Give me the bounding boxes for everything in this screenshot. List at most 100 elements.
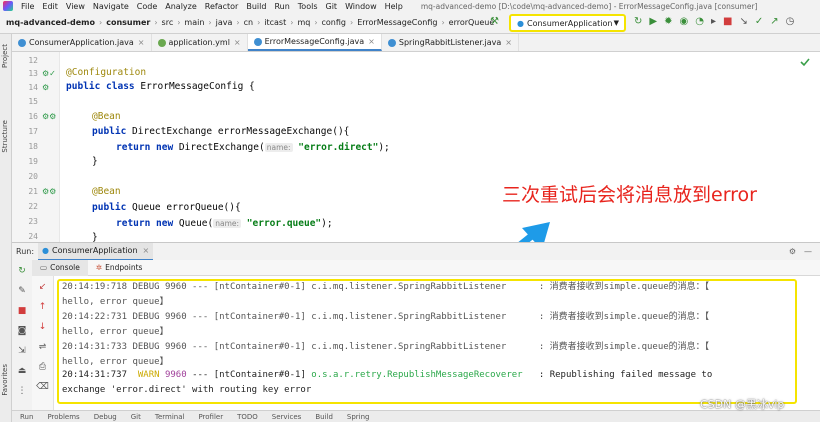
inspection-ok-icon[interactable] bbox=[800, 57, 810, 67]
tab-application-yml[interactable]: application.yml × bbox=[152, 34, 248, 51]
tab-spring-rabbit-listener[interactable]: SpringRabbitListener.java × bbox=[382, 34, 519, 51]
menu-file[interactable]: File bbox=[17, 2, 38, 11]
status-problems[interactable]: Problems bbox=[47, 413, 79, 421]
breadcrumb-main[interactable]: main bbox=[182, 18, 206, 27]
git-push-icon[interactable]: ↗ bbox=[770, 16, 778, 27]
breadcrumb-src[interactable]: src bbox=[160, 18, 176, 27]
string-literal: "error.direct" bbox=[298, 142, 379, 153]
menu-git[interactable]: Git bbox=[322, 2, 342, 11]
status-build[interactable]: Build bbox=[315, 413, 333, 421]
soft-wrap-icon[interactable]: ⇌ bbox=[32, 342, 53, 352]
statement-end: ); bbox=[321, 218, 333, 229]
menu-help[interactable]: Help bbox=[381, 2, 407, 11]
git-commit-icon[interactable]: ✓ bbox=[755, 16, 763, 27]
tab-label: ConsumerApplication.java bbox=[29, 38, 134, 47]
breadcrumb-config[interactable]: config bbox=[320, 18, 348, 27]
close-icon[interactable]: × bbox=[234, 38, 241, 47]
code-line: public DirectExchange errorMessageExchan… bbox=[92, 126, 349, 137]
bottom-tool-bar: Run Problems Debug Git Terminal Profiler… bbox=[12, 410, 820, 422]
tab-consumer-application[interactable]: ConsumerApplication.java × bbox=[12, 34, 152, 51]
menu-build[interactable]: Build bbox=[242, 2, 270, 11]
rerun-icon[interactable]: ↻ bbox=[634, 16, 642, 27]
tab-console[interactable]: ▭ Console bbox=[32, 259, 88, 276]
scroll-to-end-icon[interactable]: ↙ bbox=[32, 282, 53, 292]
status-git[interactable]: Git bbox=[131, 413, 141, 421]
project-tool-tab[interactable]: Project bbox=[1, 44, 9, 68]
run-label: Run: bbox=[16, 247, 35, 256]
rerun-icon[interactable]: ↻ bbox=[12, 266, 32, 276]
stop-icon[interactable]: ■ bbox=[12, 306, 32, 316]
intellij-logo-icon bbox=[3, 1, 13, 11]
code-line: public Queue errorQueue(){ bbox=[92, 202, 241, 213]
history-icon[interactable]: ◷ bbox=[786, 16, 795, 27]
camera-icon[interactable]: ◙ bbox=[12, 326, 32, 336]
menu-code[interactable]: Code bbox=[133, 2, 161, 11]
status-profiler[interactable]: Profiler bbox=[198, 413, 223, 421]
breadcrumb-module[interactable]: consumer bbox=[104, 18, 152, 27]
status-services[interactable]: Services bbox=[272, 413, 302, 421]
breadcrumb-cn[interactable]: cn bbox=[242, 18, 255, 27]
menu-window[interactable]: Window bbox=[341, 2, 381, 11]
clear-console-icon[interactable]: ⌫ bbox=[32, 382, 53, 392]
menu-run[interactable]: Run bbox=[270, 2, 293, 11]
highlight-box bbox=[57, 279, 797, 404]
tab-label: ErrorMessageConfig.java bbox=[264, 37, 365, 46]
run-tab-consumer-application[interactable]: ● ConsumerApplication × bbox=[38, 242, 154, 261]
spring-config-gutter-icon[interactable]: ⚙✓ bbox=[42, 69, 56, 78]
line-number: 24 bbox=[28, 232, 38, 241]
hide-panel-icon[interactable]: — bbox=[804, 247, 812, 256]
run-configuration-selector[interactable]: ● ConsumerApplication ▼ bbox=[509, 14, 626, 32]
parameter-hint: name: bbox=[213, 219, 242, 228]
code-line: @Bean bbox=[92, 186, 121, 197]
method-signature: DirectExchange errorMessageExchange(){ bbox=[132, 126, 350, 137]
more-run-icon[interactable]: ▸ bbox=[711, 16, 716, 27]
breadcrumb-mq[interactable]: mq bbox=[295, 18, 312, 27]
menu-analyze[interactable]: Analyze bbox=[161, 2, 201, 11]
spring-bean-gutter-icon[interactable]: ⚙⚙ bbox=[42, 187, 56, 196]
coverage-icon[interactable]: ◉ bbox=[679, 16, 688, 27]
run-icon[interactable]: ▶ bbox=[649, 16, 657, 27]
endpoints-icon: ✲ bbox=[95, 263, 103, 272]
menu-navigate[interactable]: Navigate bbox=[89, 2, 133, 11]
close-icon[interactable]: × bbox=[368, 37, 375, 46]
exit-icon[interactable]: ⏏ bbox=[12, 366, 32, 376]
structure-tool-tab[interactable]: Structure bbox=[1, 120, 9, 153]
settings-gear-icon[interactable]: ⚙ bbox=[789, 247, 796, 256]
restore-layout-icon[interactable]: ⇲ bbox=[12, 346, 32, 356]
breadcrumb-project[interactable]: mq-advanced-demo bbox=[4, 18, 97, 27]
status-spring[interactable]: Spring bbox=[347, 413, 370, 421]
status-terminal[interactable]: Terminal bbox=[155, 413, 185, 421]
profile-icon[interactable]: ◔ bbox=[695, 16, 704, 27]
line-number: 22 bbox=[28, 202, 38, 211]
print-icon[interactable]: ⎙ bbox=[32, 362, 53, 372]
breadcrumb-class[interactable]: ErrorMessageConfig bbox=[355, 18, 439, 27]
pin-icon[interactable]: ⋮ bbox=[12, 386, 32, 396]
status-debug[interactable]: Debug bbox=[94, 413, 117, 421]
git-update-icon[interactable]: ↘ bbox=[739, 16, 747, 27]
menu-edit[interactable]: Edit bbox=[38, 2, 62, 11]
menu-tools[interactable]: Tools bbox=[294, 2, 322, 11]
up-arrow-icon[interactable]: ↑ bbox=[32, 302, 53, 312]
menu-refactor[interactable]: Refactor bbox=[201, 2, 243, 11]
status-run[interactable]: Run bbox=[20, 413, 33, 421]
close-icon[interactable]: × bbox=[505, 38, 512, 47]
annotation-text: 三次重试后会将消息放到error bbox=[502, 184, 757, 206]
tab-endpoints[interactable]: ✲ Endpoints bbox=[88, 260, 151, 276]
menu-view[interactable]: View bbox=[62, 2, 89, 11]
build-hammer-icon[interactable]: ⚒ bbox=[490, 16, 499, 27]
debug-icon[interactable]: ✹ bbox=[664, 16, 672, 27]
breadcrumb-java[interactable]: java bbox=[214, 18, 235, 27]
tab-error-message-config[interactable]: ErrorMessageConfig.java × bbox=[247, 34, 382, 51]
code-editor[interactable]: @Configuration public class ErrorMessage… bbox=[60, 52, 820, 243]
breadcrumb-method[interactable]: errorQueue bbox=[447, 18, 497, 27]
status-todo[interactable]: TODO bbox=[237, 413, 258, 421]
close-icon[interactable]: × bbox=[138, 38, 145, 47]
wrench-icon[interactable]: ✎ bbox=[12, 286, 32, 296]
stop-icon[interactable]: ■ bbox=[723, 16, 732, 27]
spring-bean-gutter-icon[interactable]: ⚙⚙ bbox=[42, 112, 56, 121]
breadcrumb-itcast[interactable]: itcast bbox=[262, 18, 288, 27]
close-icon[interactable]: × bbox=[143, 246, 150, 255]
favorites-tool-tab[interactable]: Favorites bbox=[1, 364, 9, 396]
spring-bean-gutter-icon[interactable]: ⚙ bbox=[42, 83, 49, 92]
down-arrow-icon[interactable]: ↓ bbox=[32, 322, 53, 332]
